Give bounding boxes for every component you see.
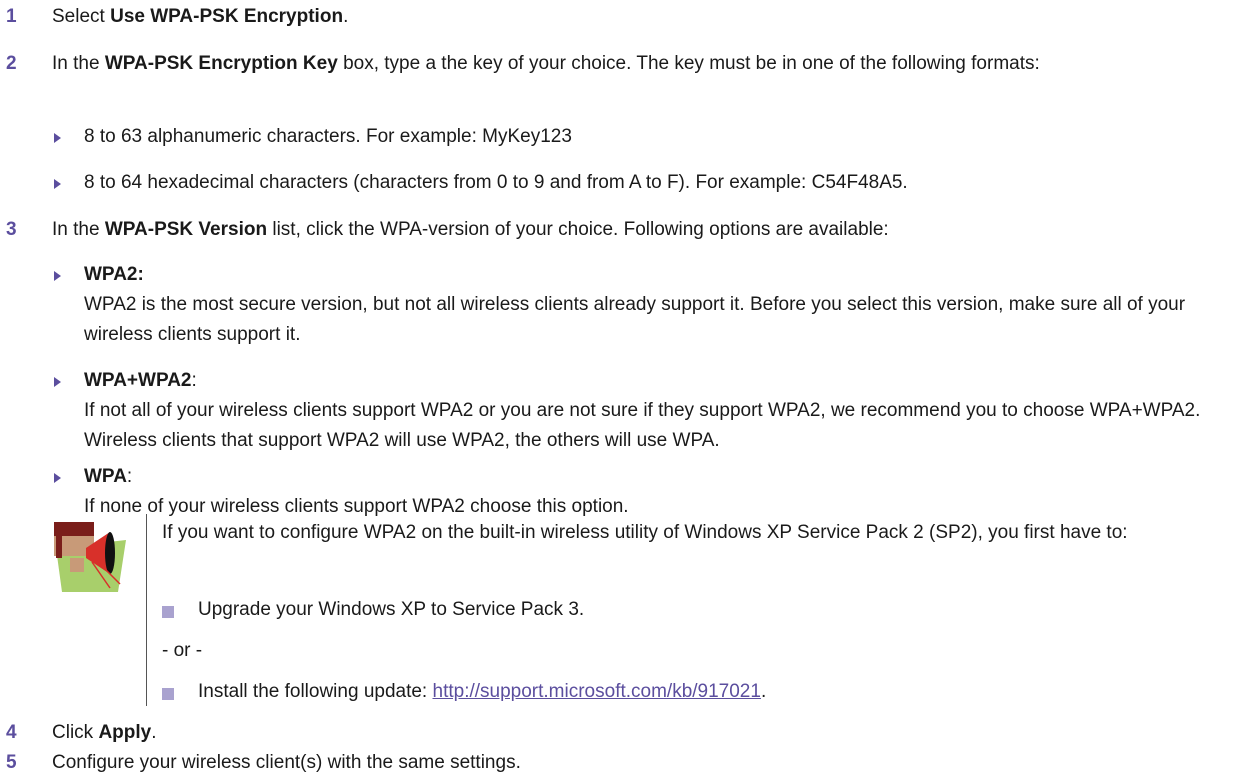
- step-number: 1: [6, 6, 17, 27]
- step-text: Configure your wireless client(s) with t…: [52, 752, 521, 773]
- step-number: 5: [6, 752, 17, 773]
- kb-update-link[interactable]: http://support.microsoft.com/kb/917021: [433, 681, 761, 702]
- step-text: In the WPA-PSK Encryption Key box, type …: [52, 53, 1040, 74]
- triangle-bullet-icon: [54, 179, 61, 189]
- step-number: 4: [6, 722, 17, 743]
- square-bullet-icon: [162, 688, 174, 700]
- step-text: Select Use WPA-PSK Encryption.: [52, 6, 349, 27]
- step-number: 2: [6, 53, 17, 74]
- triangle-bullet-icon: [54, 473, 61, 483]
- note-divider: [146, 514, 147, 706]
- note-intro: If you want to configure WPA2 on the bui…: [162, 522, 1128, 543]
- triangle-bullet-icon: [54, 377, 61, 387]
- step-number: 3: [6, 219, 17, 240]
- document-page: 1 Select Use WPA-PSK Encryption. 2 In th…: [0, 0, 1244, 778]
- note-separator: - or -: [162, 640, 203, 661]
- square-bullet-icon: [162, 606, 174, 618]
- note-megaphone-icon: [54, 522, 126, 592]
- triangle-bullet-icon: [54, 133, 61, 143]
- step-text: Click Apply.: [52, 722, 157, 743]
- step-text: In the WPA-PSK Version list, click the W…: [52, 219, 889, 240]
- triangle-bullet-icon: [54, 271, 61, 281]
